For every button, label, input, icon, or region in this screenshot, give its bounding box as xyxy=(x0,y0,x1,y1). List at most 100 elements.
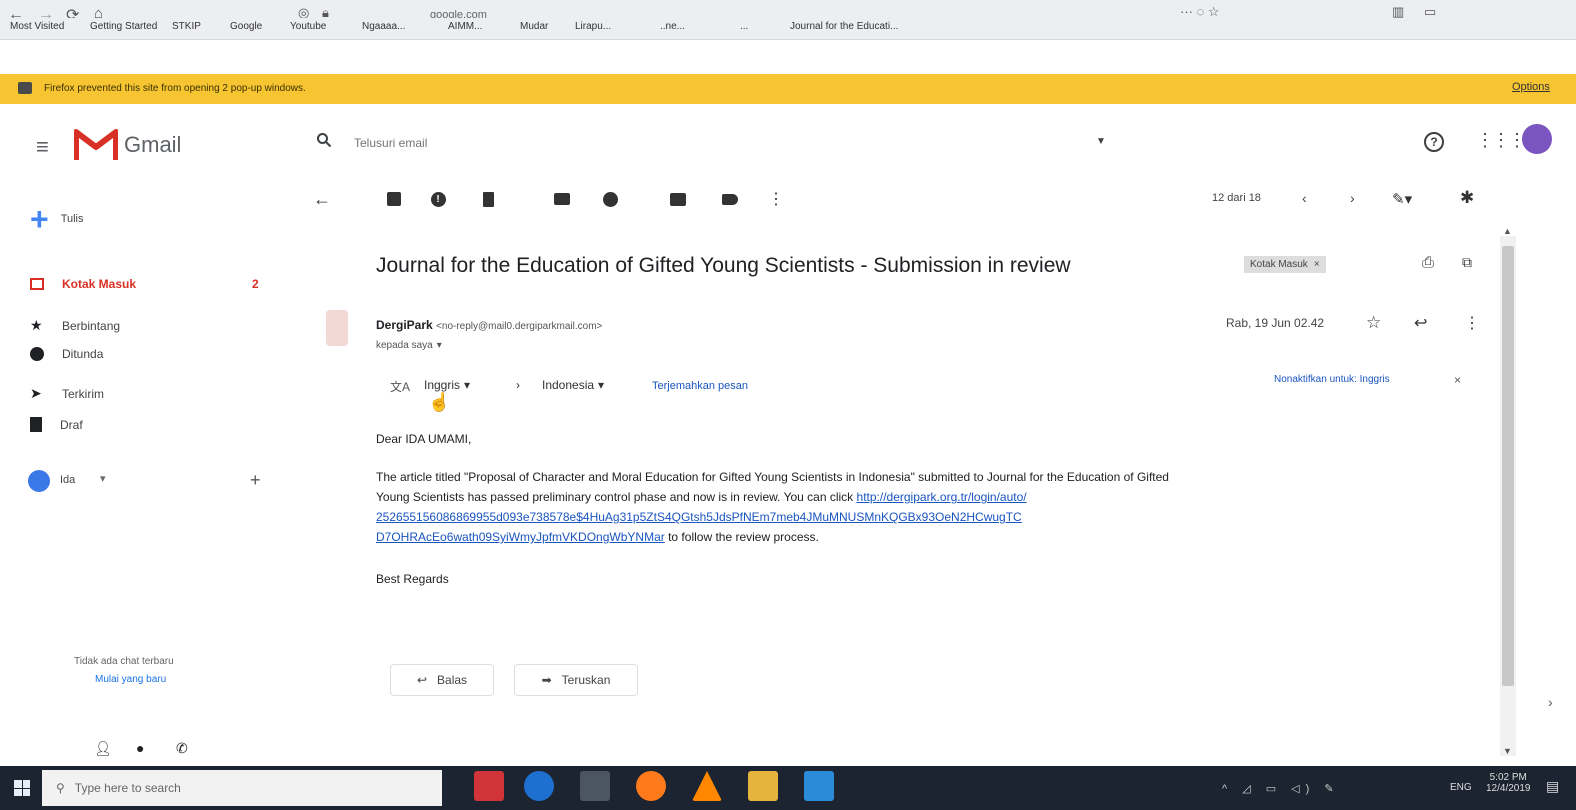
forward-arrow-icon: ➡ xyxy=(541,673,552,687)
recipient-toggle[interactable]: kepada saya ▾ xyxy=(376,340,442,351)
sidebar-item-sent[interactable]: ➤ Terkirim xyxy=(30,385,104,402)
pagination-count: 12 dari 18 xyxy=(1212,192,1261,204)
bookmark-item[interactable]: Getting Started xyxy=(90,21,157,32)
side-panel-expand-icon[interactable]: › xyxy=(1548,694,1553,710)
language-indicator[interactable]: ENG xyxy=(1450,782,1472,793)
taskbar-search-box[interactable]: ⚲ Type here to search xyxy=(42,770,442,806)
input-tools-icon[interactable]: ✎▾ xyxy=(1392,190,1412,208)
bookmark-item[interactable]: STKIP xyxy=(172,21,201,32)
reply-button[interactable]: ↩ Balas xyxy=(390,664,494,696)
settings-gear-icon[interactable]: ✱ xyxy=(1460,188,1474,208)
snooze-icon[interactable] xyxy=(600,189,620,209)
disable-translation-link[interactable]: Nonaktifkan untuk: Inggris xyxy=(1274,374,1390,385)
archive-icon[interactable] xyxy=(384,189,404,209)
inbox-label-chip[interactable]: Kotak Masuk × xyxy=(1244,256,1326,273)
bookmark-item[interactable]: Lirapu... xyxy=(575,21,611,32)
options-button[interactable]: Options xyxy=(1512,81,1550,93)
forward-button[interactable]: ➡ Teruskan xyxy=(514,664,638,696)
sender-email: <no-reply@mail0.dergiparkmail.com> xyxy=(436,321,603,332)
sidebar-item-label: Berbintang xyxy=(62,318,121,333)
bookmark-item[interactable]: ... xyxy=(740,21,748,32)
back-to-inbox-icon[interactable]: ← xyxy=(312,189,332,209)
print-icon[interactable]: ⎙ xyxy=(1422,254,1434,271)
main-menu-icon[interactable]: ≡ xyxy=(36,134,49,160)
apps-grid-icon[interactable]: ⋮⋮⋮ xyxy=(1476,130,1526,151)
screen: ← → ⟳ ⌂ ◎ 🔒︎ google.com ··· ◌ ☆ ▥ ▭ Most… xyxy=(0,0,1576,810)
target-language-select[interactable]: Indonesia ▾ xyxy=(542,378,604,392)
email-body-line-4: D7OHRAcEo6wath09SyiWmyJpfmVKDOngWbYNMar … xyxy=(376,530,819,544)
phone-icon[interactable]: ✆ xyxy=(176,740,188,757)
search-icon[interactable] xyxy=(316,132,332,148)
sidebar-item-snoozed[interactable]: Ditunda xyxy=(30,347,103,361)
bookmark-item[interactable]: AIMM... xyxy=(448,21,482,32)
bookmark-item[interactable]: Journal for the Educati... xyxy=(790,21,898,32)
person-icon[interactable]: 👤︎ xyxy=(94,740,112,757)
gmail-logo-icon[interactable] xyxy=(73,128,119,162)
move-to-icon[interactable] xyxy=(668,189,688,209)
bookmark-item[interactable]: Ngaaaa... xyxy=(362,21,405,32)
help-icon[interactable]: ? xyxy=(1424,132,1444,152)
email-subject: Journal for the Education of Gifted Youn… xyxy=(376,254,1071,277)
close-translate-icon[interactable]: × xyxy=(1454,373,1461,387)
desktop-app-icon[interactable] xyxy=(804,771,834,801)
scroll-up-icon[interactable]: ▲ xyxy=(1503,226,1512,236)
sidebar-item-starred[interactable]: ★ Berbintang xyxy=(30,317,120,334)
start-new-chat-link[interactable]: Mulai yang baru xyxy=(95,674,166,685)
star-toggle-icon[interactable]: ☆ xyxy=(1366,313,1381,333)
store-app-icon[interactable] xyxy=(474,771,504,801)
windows-start-icon[interactable] xyxy=(14,780,30,796)
reply-label: Balas xyxy=(437,673,468,687)
edge-app-icon[interactable] xyxy=(524,771,554,801)
delete-icon[interactable] xyxy=(478,189,498,209)
bookmark-item[interactable]: Mudar xyxy=(520,21,548,32)
reply-arrow-icon: ↩ xyxy=(416,673,428,687)
report-spam-icon[interactable]: ! xyxy=(428,189,448,209)
bookmark-item[interactable]: ..ne... xyxy=(660,21,685,32)
sidebar-item-drafts[interactable]: Draf xyxy=(30,417,83,432)
system-tray-icons[interactable]: ^ ◿ ▭ ◁) ✎ xyxy=(1222,782,1340,795)
more-options-icon[interactable]: ⋮ xyxy=(766,189,786,209)
dropdown-icon: ▾ xyxy=(598,378,605,392)
forward-label: Teruskan xyxy=(561,673,611,687)
sidebar-item-label: Terkirim xyxy=(62,386,104,401)
firefox-app-icon[interactable] xyxy=(636,771,666,801)
clock[interactable]: 5:02 PM 12/4/2019 xyxy=(1486,772,1531,794)
hangouts-avatar[interactable] xyxy=(28,470,50,492)
unread-count: 2 xyxy=(252,277,259,291)
account-avatar[interactable] xyxy=(1522,124,1552,154)
sidebar-item-inbox[interactable]: Kotak Masuk 2 xyxy=(30,277,260,291)
search-input[interactable] xyxy=(354,130,1074,156)
bookmark-item[interactable]: Youtube xyxy=(290,21,326,32)
review-link-part-2[interactable]: 252655156086869955d093e738578e$4HuAg31p5… xyxy=(376,510,1022,524)
more-actions-icon[interactable]: ⋮ xyxy=(1464,313,1480,333)
add-chat-icon[interactable]: + xyxy=(250,470,261,491)
bookmark-item[interactable]: Most Visited xyxy=(10,21,64,32)
translate-message-link[interactable]: Terjemahkan pesan xyxy=(652,380,748,392)
source-language-select[interactable]: Inggris ▾ xyxy=(424,378,470,392)
newer-icon[interactable]: ‹ xyxy=(1302,190,1307,206)
scroll-down-icon[interactable]: ▼ xyxy=(1503,746,1512,756)
reply-icon[interactable]: ↩ xyxy=(1414,313,1427,333)
recipient-text: kepada saya xyxy=(376,340,433,351)
search-options-icon[interactable]: ▼ xyxy=(1096,136,1106,147)
chat-icon[interactable]: ● xyxy=(136,740,144,756)
review-link-part-1[interactable]: http://dergipark.org.tr/login/auto/ xyxy=(857,490,1027,504)
email-date: Rab, 19 Jun 02.42 xyxy=(1226,316,1325,330)
bookmark-item[interactable]: Google xyxy=(230,21,262,32)
compose-button[interactable]: + Tulis xyxy=(30,203,84,235)
hangouts-dropdown-icon[interactable]: ▾ xyxy=(100,472,106,485)
remove-label-icon[interactable]: × xyxy=(1314,259,1320,270)
mark-unread-icon[interactable] xyxy=(552,189,572,209)
label-icon[interactable] xyxy=(720,189,740,209)
draft-icon xyxy=(30,417,42,432)
open-new-window-icon[interactable]: ⧉ xyxy=(1462,254,1472,271)
taskbar-search-placeholder: Type here to search xyxy=(74,781,181,795)
calculator-app-icon[interactable] xyxy=(580,771,610,801)
file-explorer-app-icon[interactable] xyxy=(748,771,778,801)
review-link-part-3[interactable]: D7OHRAcEo6wath09SyiWmyJpfmVKDOngWbYNMar xyxy=(376,530,665,544)
notification-center-icon[interactable]: ▤ xyxy=(1546,778,1559,795)
scrollbar-thumb[interactable] xyxy=(1502,246,1514,686)
older-icon[interactable]: › xyxy=(1350,190,1355,206)
hand-cursor-icon: ☝ xyxy=(428,392,451,412)
hangouts-user[interactable]: Ida xyxy=(60,474,75,486)
